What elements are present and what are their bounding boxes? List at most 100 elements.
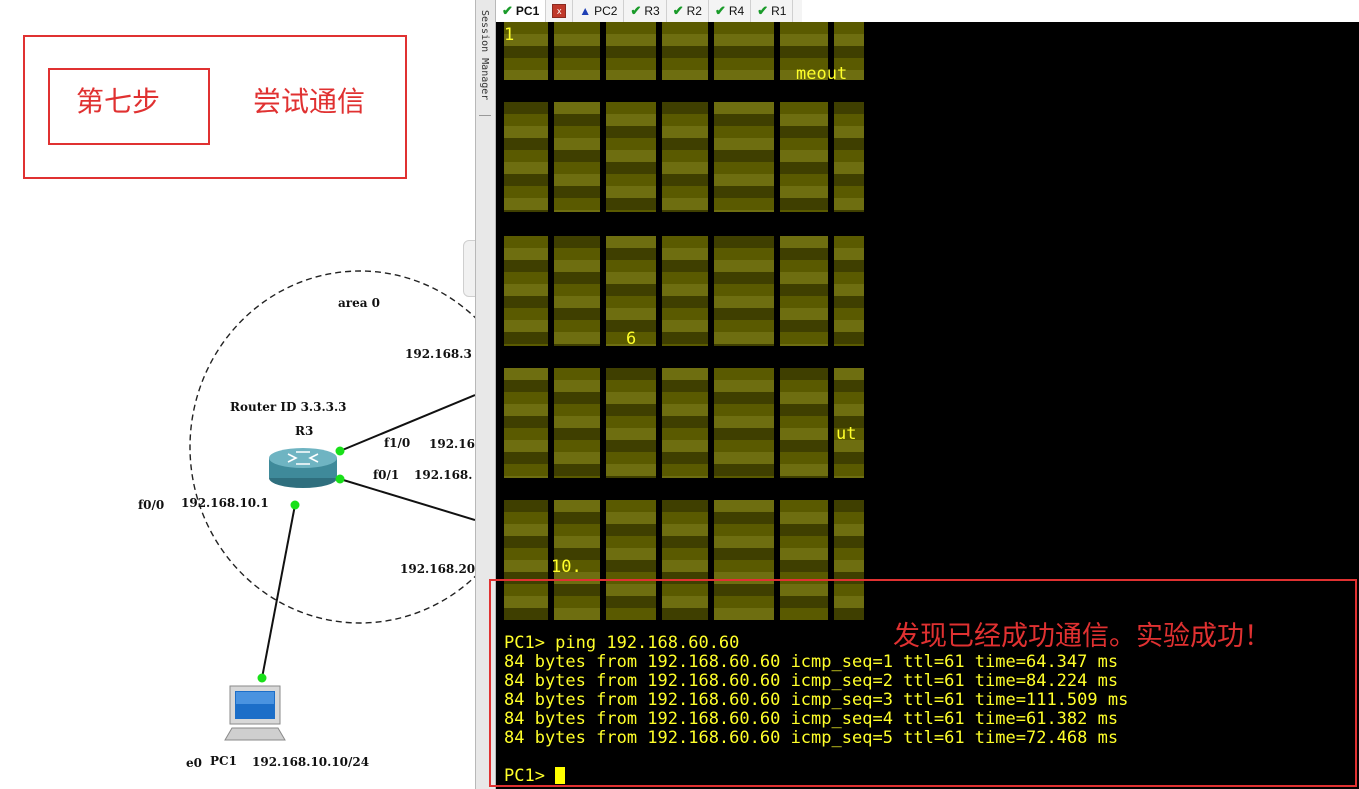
mosaic-cell: [606, 70, 656, 80]
mosaic-cell: [554, 236, 600, 248]
tab-r1[interactable]: ✔ R1: [751, 0, 794, 22]
mosaic-cell: [834, 248, 864, 260]
mosaic-cell: [662, 210, 708, 212]
mosaic-cell: [780, 560, 828, 572]
mosaic-cell: [554, 428, 600, 440]
mosaic-cell: [554, 320, 600, 332]
mosaic-cell: [504, 380, 548, 392]
mosaic-cell: [504, 198, 548, 210]
mosaic-cell: [606, 102, 656, 114]
mosaic-cell: [554, 248, 600, 260]
mosaic-cell: [834, 114, 864, 126]
mosaic-cell: [662, 186, 708, 198]
mosaic-cell: [780, 46, 828, 58]
mosaic-cell: [780, 102, 828, 114]
mosaic-cell: [606, 58, 656, 70]
mosaic-cell: [780, 186, 828, 198]
mosaic-cell: [554, 308, 600, 320]
topology-canvas: 第七步 尝试通信 area 0 192.168.3 Router ID 3.3.…: [0, 0, 475, 789]
tab-r2[interactable]: ✔ R2: [667, 0, 709, 22]
mosaic-cell: [834, 560, 864, 572]
tab-pc1[interactable]: ✔ PC1: [496, 0, 547, 22]
mosaic-cell: [554, 416, 600, 428]
mosaic-cell: [662, 138, 708, 150]
mosaic-cell: [504, 138, 548, 150]
pc1-ip-label: 192.168.10.10/24: [252, 755, 370, 769]
tab-label: R3: [644, 4, 660, 18]
mosaic-cell: [554, 114, 600, 126]
mosaic-cell: [606, 464, 656, 476]
mosaic-cell: [714, 476, 774, 478]
mosaic-cell: [834, 332, 864, 344]
mosaic-cell: [714, 272, 774, 284]
close-icon[interactable]: x: [552, 4, 567, 18]
mosaic-cell: [714, 114, 774, 126]
mosaic-cell: [606, 392, 656, 404]
mosaic-cell: [606, 476, 656, 478]
mosaic-cell: [714, 344, 774, 346]
tab-r4[interactable]: ✔ R4: [709, 0, 752, 22]
mosaic-cell: [834, 162, 864, 174]
mosaic-cell: [780, 150, 828, 162]
mosaic-cell: [714, 248, 774, 260]
mosaic-cell: [504, 186, 548, 198]
tab-pc2[interactable]: ▲ PC2: [573, 0, 625, 22]
mosaic-cell: [834, 272, 864, 284]
mosaic-cell: [662, 260, 708, 272]
pc1-port-dot: [257, 673, 267, 683]
interface-f0-1-label: f0/1: [373, 468, 400, 482]
mosaic-cell: [662, 416, 708, 428]
mosaic-cell: [834, 126, 864, 138]
mosaic-cell: [662, 34, 708, 46]
mosaic-cell: [554, 210, 600, 212]
f1-0-port-dot: [335, 446, 345, 456]
tab-close-button[interactable]: x: [546, 0, 574, 22]
mosaic-cell: [714, 70, 774, 80]
check-icon: ✔: [714, 3, 726, 18]
mosaic-cell: [606, 236, 656, 248]
step-title-label: 尝试通信: [253, 85, 366, 118]
mosaic-cell: [714, 126, 774, 138]
mosaic-cell: [662, 70, 708, 80]
tab-r3[interactable]: ✔ R3: [624, 0, 667, 22]
router-r3-icon[interactable]: [269, 448, 337, 488]
mosaic-cell: [714, 560, 774, 572]
mosaic-cell: [714, 452, 774, 464]
mosaic-cell: [780, 174, 828, 186]
tab-label: PC1: [515, 4, 540, 18]
mosaic-cell: [554, 58, 600, 70]
pc1-computer-icon[interactable]: [224, 685, 286, 741]
mosaic-cell: [780, 138, 828, 150]
mosaic-cell: [554, 332, 600, 344]
mosaic-cell: [714, 102, 774, 114]
mosaic-cell: [780, 500, 828, 512]
mosaic-cell: [834, 452, 864, 464]
mosaic-cell: [714, 58, 774, 70]
mosaic-cell: [504, 296, 548, 308]
mosaic-cell: [714, 186, 774, 198]
mosaic-cell: [554, 260, 600, 272]
mosaic-cell: [554, 70, 600, 80]
session-tab-bar: ✔ PC1 x ▲ PC2 ✔ R3 ✔ R2 ✔ R4 ✔ R1: [496, 0, 802, 23]
mosaic-cell: [834, 174, 864, 186]
mosaic-cell: [554, 138, 600, 150]
mosaic-cell: [504, 272, 548, 284]
mosaic-cell: [554, 452, 600, 464]
check-icon: ✔: [502, 3, 513, 18]
mosaic-cell: [662, 452, 708, 464]
mosaic-cell: [662, 404, 708, 416]
f0-1-port-dot: [335, 474, 345, 484]
mosaic-cell: [554, 126, 600, 138]
mosaic-cell: [504, 548, 548, 560]
mosaic-cell: [714, 524, 774, 536]
mosaic-cell: [714, 320, 774, 332]
mosaic-cell: [714, 440, 774, 452]
mosaic-cell: [834, 102, 864, 114]
mosaic-cell: [504, 58, 548, 70]
mosaic-cell: [554, 174, 600, 186]
mosaic-cell: [780, 296, 828, 308]
mosaic-cell: [504, 416, 548, 428]
mosaic-cell: [834, 236, 864, 248]
mosaic-cell: [780, 34, 828, 46]
mosaic-cell: [780, 22, 828, 34]
